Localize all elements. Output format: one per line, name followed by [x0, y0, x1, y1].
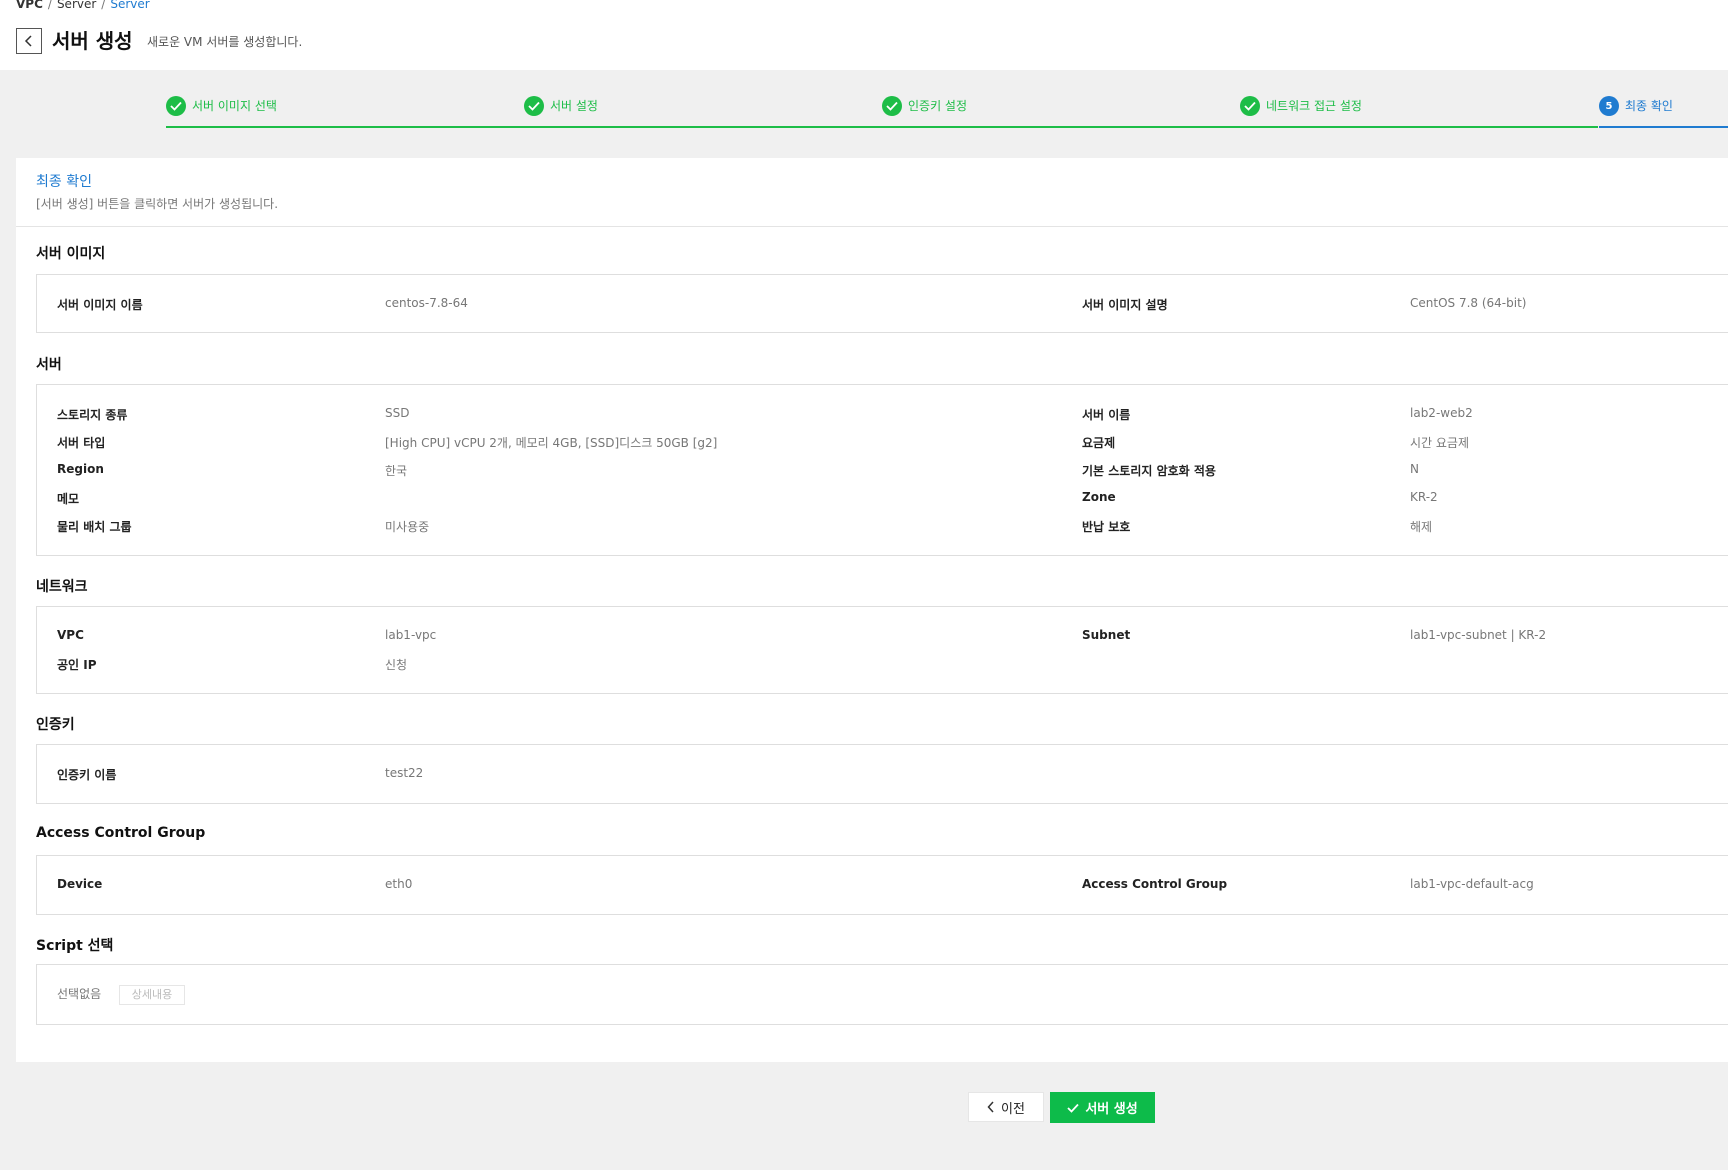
info-row: 인증키 이름 test22	[37, 766, 1728, 782]
info-row: 서버 타입 [High CPU] vCPU 2개, 메모리 4GB, [SSD]…	[37, 434, 1728, 450]
check-circle-icon	[1240, 96, 1260, 116]
chevron-left-icon	[987, 1101, 994, 1113]
info-label: 서버 타입	[57, 436, 106, 450]
info-label: 반납 보호	[1082, 520, 1131, 534]
info-row: 물리 배치 그룹 미사용중 반납 보호 해제	[37, 518, 1728, 534]
breadcrumb-separator: /	[101, 0, 106, 11]
step-label: 인증키 설정	[908, 99, 968, 113]
step-number-badge: 5	[1599, 96, 1619, 116]
info-value: [High CPU] vCPU 2개, 메모리 4GB, [SSD]디스크 50…	[385, 436, 718, 450]
info-value: SSD	[385, 406, 410, 420]
info-row: Region 한국 기본 스토리지 암호화 적용 N	[37, 462, 1728, 478]
info-value: 미사용중	[385, 520, 430, 534]
step-label: 네트워크 접근 설정	[1266, 99, 1362, 113]
step-label: 서버 이미지 선택	[192, 99, 277, 113]
previous-button[interactable]: 이전	[968, 1092, 1044, 1122]
info-value: eth0	[385, 877, 413, 891]
info-label: 서버 이미지 이름	[57, 298, 143, 312]
info-row: 공인 IP 신청	[37, 656, 1728, 672]
info-label: 메모	[57, 492, 80, 506]
info-value: CentOS 7.8 (64-bit)	[1410, 296, 1527, 310]
info-value: lab2-web2	[1410, 406, 1473, 420]
section-title-network: 네트워크	[36, 579, 88, 595]
back-button[interactable]	[16, 28, 42, 54]
info-value: centos-7.8-64	[385, 296, 468, 310]
info-label: 공인 IP	[57, 658, 97, 672]
info-value: 한국	[385, 464, 408, 478]
breadcrumb-item-vpc[interactable]: VPC	[16, 0, 43, 11]
info-value: lab1-vpc	[385, 628, 437, 642]
info-value: lab1-vpc-default-acg	[1410, 877, 1534, 891]
step-progress: 서버 이미지 선택 서버 설정 인증키 설정 네트워크 접근 설정 5 최종 확…	[166, 96, 1728, 128]
check-icon	[1067, 1103, 1079, 1113]
page-header: VPC / Server / Server 서버 생성 새로운 VM 서버를 생성합니다…	[0, 0, 1728, 70]
step-server-settings[interactable]: 서버 설정	[524, 96, 882, 128]
check-circle-icon	[882, 96, 902, 116]
check-circle-icon	[524, 96, 544, 116]
info-row: 스토리지 종류 SSD 서버 이름 lab2-web2	[37, 406, 1728, 422]
acg-info: Device eth0 Access Control Group lab1-vp…	[36, 855, 1728, 915]
step-authkey-settings[interactable]: 인증키 설정	[882, 96, 1240, 128]
script-value: 선택없음	[57, 987, 102, 1001]
section-title-server: 서버	[36, 357, 62, 373]
server-image-info: 서버 이미지 이름 centos-7.8-64 서버 이미지 설명 CentOS…	[36, 274, 1728, 333]
page-title: 서버 생성	[52, 29, 133, 53]
review-title: 최종 확인	[36, 174, 92, 190]
section-title-script: Script 선택	[36, 938, 114, 954]
info-value: lab1-vpc-subnet | KR-2	[1410, 628, 1547, 642]
section-title-authkey: 인증키	[36, 717, 75, 733]
info-row: VPC lab1-vpc Subnet lab1-vpc-subnet | KR…	[37, 628, 1728, 644]
info-label: 요금제	[1082, 436, 1116, 450]
section-title-server-image: 서버 이미지	[36, 246, 106, 262]
info-label: Region	[57, 462, 104, 476]
info-label: 스토리지 종류	[57, 408, 128, 422]
review-description: [서버 생성] 버튼을 클릭하면 서버가 생성됩니다.	[36, 197, 279, 211]
step-label: 최종 확인	[1625, 99, 1673, 113]
step-final-review[interactable]: 5 최종 확인	[1599, 96, 1728, 128]
authkey-info: 인증키 이름 test22	[36, 744, 1728, 804]
info-row: 메모 Zone KR-2	[37, 490, 1728, 506]
info-label: 기본 스토리지 암호화 적용	[1082, 464, 1216, 478]
step-server-image[interactable]: 서버 이미지 선택	[166, 96, 524, 128]
info-value: KR-2	[1410, 490, 1438, 504]
chevron-left-icon	[24, 35, 32, 47]
previous-button-label: 이전	[1001, 1101, 1025, 1117]
info-label: 인증키 이름	[57, 768, 117, 782]
info-label: 서버 이미지 설명	[1082, 298, 1168, 312]
section-title-acg: Access Control Group	[36, 825, 206, 841]
script-info: 선택없음 상세내용	[36, 964, 1728, 1025]
breadcrumb-item-current[interactable]: Server	[110, 0, 149, 11]
breadcrumb: VPC / Server / Server	[16, 0, 150, 11]
info-label: VPC	[57, 628, 84, 642]
create-server-button[interactable]: 서버 생성	[1050, 1092, 1155, 1123]
script-detail-button[interactable]: 상세내용	[119, 985, 185, 1005]
server-info: 스토리지 종류 SSD 서버 이름 lab2-web2 서버 타입 [High …	[36, 384, 1728, 556]
info-row: 서버 이미지 이름 centos-7.8-64 서버 이미지 설명 CentOS…	[37, 296, 1728, 312]
info-value: N	[1410, 462, 1419, 476]
breadcrumb-separator: /	[47, 0, 52, 11]
step-network-access[interactable]: 네트워크 접근 설정	[1240, 96, 1598, 128]
info-value: 해제	[1410, 520, 1433, 534]
breadcrumb-item-server[interactable]: Server	[57, 0, 96, 11]
review-card: 최종 확인 [서버 생성] 버튼을 클릭하면 서버가 생성됩니다. 서버 이미지…	[16, 158, 1728, 1062]
check-circle-icon	[166, 96, 186, 116]
page-subtitle: 새로운 VM 서버를 생성합니다.	[147, 35, 303, 49]
info-label: Device	[57, 877, 103, 891]
network-info: VPC lab1-vpc Subnet lab1-vpc-subnet | KR…	[36, 606, 1728, 694]
info-row: Device eth0 Access Control Group lab1-vp…	[37, 877, 1728, 893]
info-label: 물리 배치 그룹	[57, 520, 132, 534]
info-value: 시간 요금제	[1410, 436, 1470, 450]
info-label: Subnet	[1082, 628, 1131, 642]
info-label: 서버 이름	[1082, 408, 1131, 422]
create-server-button-label: 서버 생성	[1085, 1102, 1138, 1117]
info-label: Zone	[1082, 490, 1116, 504]
info-value: test22	[385, 766, 424, 780]
info-label: Access Control Group	[1082, 877, 1228, 891]
info-value: 신청	[385, 658, 408, 672]
review-header: 최종 확인 [서버 생성] 버튼을 클릭하면 서버가 생성됩니다.	[16, 158, 1728, 227]
step-label: 서버 설정	[550, 99, 598, 113]
